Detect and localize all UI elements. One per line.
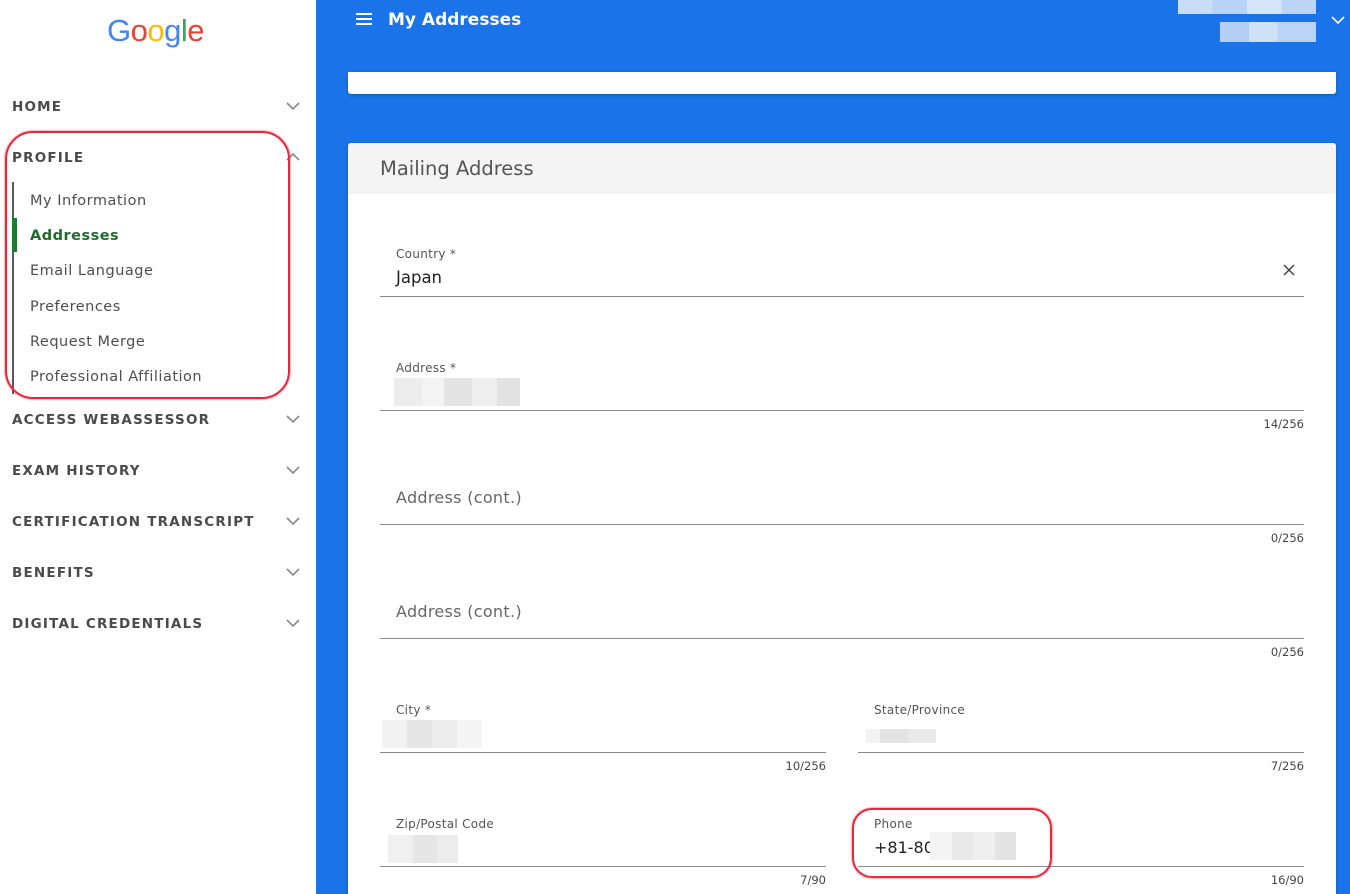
address-line1-field[interactable]: Address * — [380, 353, 1304, 411]
address-line1-label: Address * — [396, 361, 457, 375]
nav-benefits[interactable]: BENEFITS — [0, 555, 316, 591]
google-logo[interactable]: Google — [107, 13, 205, 49]
chevron-down-icon — [286, 466, 300, 475]
state-field[interactable]: State/Province — [858, 695, 1304, 753]
nav-certification-transcript[interactable]: CERTIFICATION TRANSCRIPT — [0, 504, 316, 540]
address-line2-field[interactable]: Address (cont.) — [380, 467, 1304, 525]
nav-home[interactable]: HOME — [0, 89, 316, 125]
nav-access-webassessor[interactable]: ACCESS WEBASSESSOR — [0, 402, 316, 438]
close-icon[interactable] — [1282, 263, 1296, 277]
mailing-address-card: Mailing Address Country * Japan Address … — [348, 143, 1336, 894]
address-line3-counter: 0/256 — [1270, 645, 1304, 659]
nav-digital-credentials[interactable]: DIGITAL CREDENTIALS — [0, 606, 316, 642]
card-title: Mailing Address — [380, 157, 534, 180]
nav-home-label: HOME — [12, 99, 63, 115]
address-line1-redacted — [394, 378, 520, 406]
chevron-down-icon — [286, 102, 300, 111]
nav-digital-credentials-label: DIGITAL CREDENTIALS — [12, 616, 204, 632]
user-name-redacted — [1178, 0, 1316, 14]
city-counter: 10/256 — [785, 759, 826, 773]
user-email-redacted — [1220, 22, 1316, 42]
address-line2-placeholder: Address (cont.) — [396, 488, 522, 507]
annotation-ring-phone — [852, 808, 1052, 878]
nav-certification-transcript-label: CERTIFICATION TRANSCRIPT — [12, 514, 255, 530]
address-line3-placeholder: Address (cont.) — [396, 602, 522, 621]
country-value: Japan — [396, 268, 443, 287]
city-field[interactable]: City * — [380, 695, 826, 753]
hamburger-menu-icon[interactable] — [356, 13, 372, 27]
chevron-down-icon — [286, 517, 300, 526]
sidebar: Google HOME PROFILE My Information Addre… — [0, 0, 316, 894]
city-redacted — [382, 720, 482, 748]
city-label: City * — [396, 703, 432, 717]
chevron-down-icon — [286, 619, 300, 628]
nav-exam-history[interactable]: EXAM HISTORY — [0, 453, 316, 489]
nav-exam-history-label: EXAM HISTORY — [12, 463, 141, 479]
state-label: State/Province — [874, 703, 966, 717]
phone-counter: 16/90 — [1270, 873, 1304, 887]
country-field[interactable]: Country * Japan — [380, 239, 1304, 297]
card-header: Mailing Address — [348, 143, 1336, 194]
main-content: My Addresses Mailing Address Country * J… — [316, 0, 1350, 894]
state-redacted — [866, 728, 936, 743]
zip-redacted — [388, 835, 458, 863]
zip-label: Zip/Postal Code — [396, 817, 495, 831]
zip-counter: 7/90 — [800, 873, 826, 887]
chevron-down-icon[interactable] — [1330, 14, 1346, 26]
annotation-ring-profile — [5, 131, 290, 399]
zip-field[interactable]: Zip/Postal Code — [380, 809, 826, 867]
address-line3-field[interactable]: Address (cont.) — [380, 581, 1304, 639]
nav-access-webassessor-label: ACCESS WEBASSESSOR — [12, 412, 211, 428]
previous-card — [348, 72, 1336, 94]
page-title: My Addresses — [388, 10, 522, 30]
chevron-down-icon — [286, 415, 300, 424]
state-counter: 7/256 — [1270, 759, 1304, 773]
address-line2-counter: 0/256 — [1270, 531, 1304, 545]
chevron-down-icon — [286, 568, 300, 577]
nav-benefits-label: BENEFITS — [12, 565, 95, 581]
country-label: Country * — [396, 247, 457, 261]
address-line1-counter: 14/256 — [1263, 417, 1304, 431]
